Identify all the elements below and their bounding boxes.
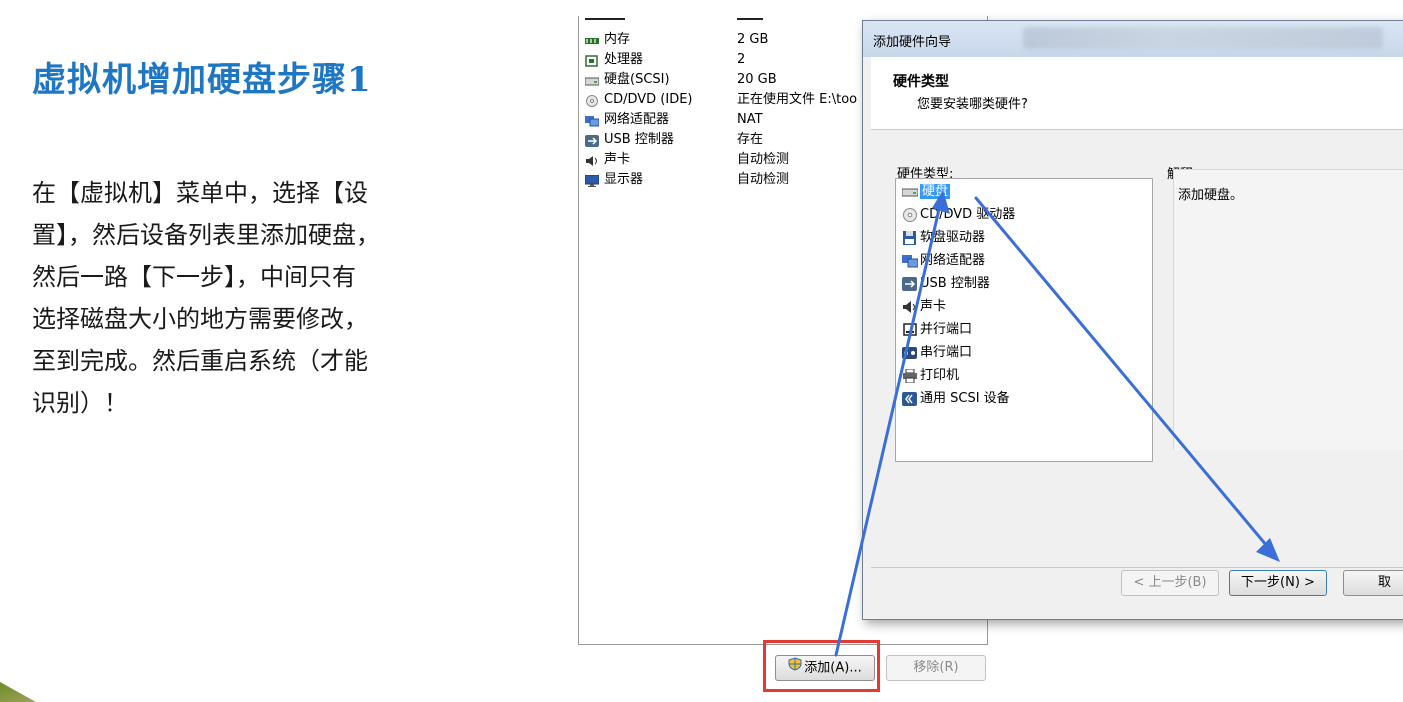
arrow-to-harddisk <box>834 203 942 657</box>
arrow-head-down <box>1256 538 1280 562</box>
arrow-to-next <box>974 196 1274 554</box>
arrow-head-up <box>932 190 950 214</box>
annotation-arrows <box>834 190 1280 657</box>
